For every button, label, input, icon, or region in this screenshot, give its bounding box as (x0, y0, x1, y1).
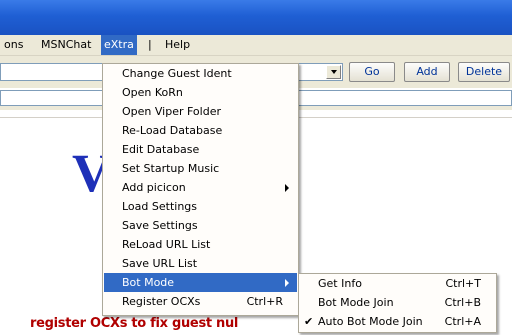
menu-item-label: Open KoRn (122, 86, 183, 99)
menu-item-label: Add picicon (122, 181, 186, 194)
menu-item-add-picicon[interactable]: Add picicon (104, 178, 297, 197)
bot-mode-submenu: Get Info Ctrl+T Bot Mode Join Ctrl+B ✔ Auto… (298, 273, 497, 333)
menu-item-label: Open Viper Folder (122, 105, 221, 118)
menu-item-label: Save URL List (122, 257, 198, 270)
menu-options[interactable]: ons (4, 35, 23, 55)
menu-item-edit-database[interactable]: Edit Database (104, 140, 297, 159)
title-bar (0, 0, 512, 35)
menu-item-shortcut: Ctrl+B (444, 296, 481, 309)
menu-item-bot-mode-join[interactable]: Bot Mode Join Ctrl+B (300, 293, 495, 312)
add-button[interactable]: Add (404, 62, 450, 82)
menu-item-label: Get Info (318, 277, 362, 290)
menu-item-label: Save Settings (122, 219, 198, 232)
combobox-dropdown-button[interactable] (326, 65, 341, 79)
submenu-arrow-icon (285, 279, 289, 287)
menu-item-shortcut: Ctrl+A (444, 315, 481, 328)
menu-item-reload-database[interactable]: Re-Load Database (104, 121, 297, 140)
submenu-arrow-icon (285, 184, 289, 192)
menu-item-open-viper-folder[interactable]: Open Viper Folder (104, 102, 297, 121)
menu-msnchat[interactable]: MSNChat (41, 35, 91, 55)
menu-bar: ons MSNChat eXtra | Help (0, 35, 512, 56)
menu-item-register-ocxs[interactable]: Register OCXs Ctrl+R (104, 292, 297, 311)
menu-item-shortcut: Ctrl+R (246, 295, 283, 308)
menu-item-open-korn[interactable]: Open KoRn (104, 83, 297, 102)
menu-item-auto-bot-mode-join[interactable]: ✔ Auto Bot Mode Join Ctrl+A (300, 312, 495, 331)
dropdown-arrow-icon (330, 70, 337, 74)
menu-item-save-url-list[interactable]: Save URL List (104, 254, 297, 273)
checkmark-icon: ✔ (304, 315, 314, 328)
menu-item-bot-mode[interactable]: Bot Mode (104, 273, 297, 292)
menu-item-load-settings[interactable]: Load Settings (104, 197, 297, 216)
go-button[interactable]: Go (349, 62, 395, 82)
register-ocx-notice: register OCXs to fix guest nul (30, 316, 239, 331)
menu-item-reload-url-list[interactable]: ReLoad URL List (104, 235, 297, 254)
menu-help[interactable]: Help (165, 35, 190, 55)
menu-item-label: Change Guest Ident (122, 67, 232, 80)
menu-separator: | (148, 38, 152, 51)
menu-item-set-startup-music[interactable]: Set Startup Music (104, 159, 297, 178)
menu-item-label: Register OCXs (122, 295, 201, 308)
menu-item-label: Re-Load Database (122, 124, 223, 137)
menu-item-label: Bot Mode (122, 276, 175, 289)
delete-button[interactable]: Delete (458, 62, 510, 82)
menu-extra[interactable]: eXtra (101, 35, 137, 55)
menu-item-save-settings[interactable]: Save Settings (104, 216, 297, 235)
menu-item-label: Load Settings (122, 200, 198, 213)
menu-item-get-info[interactable]: Get Info Ctrl+T (300, 274, 495, 293)
menu-item-label: Auto Bot Mode Join (318, 315, 423, 328)
menu-item-label: ReLoad URL List (122, 238, 211, 251)
menu-item-label: Set Startup Music (122, 162, 220, 175)
menu-item-shortcut: Ctrl+T (445, 277, 481, 290)
menu-item-label: Edit Database (122, 143, 200, 156)
menu-item-change-guest-ident[interactable]: Change Guest Ident (104, 64, 297, 83)
menu-item-label: Bot Mode Join (318, 296, 394, 309)
extra-menu: Change Guest Ident Open KoRn Open Viper … (102, 63, 299, 316)
